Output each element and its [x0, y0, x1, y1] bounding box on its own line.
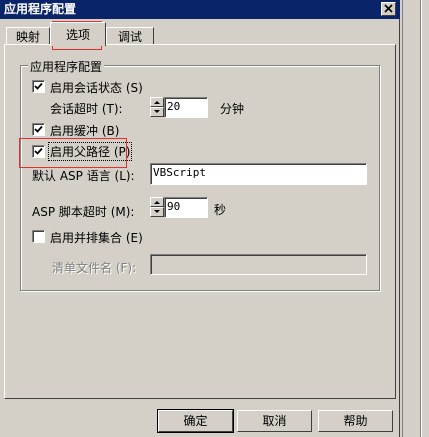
buffering-checkbox[interactable] [32, 123, 45, 136]
spin-down-button[interactable] [150, 207, 164, 217]
spin-down-button[interactable] [150, 107, 164, 117]
highlight-parent-paths [19, 138, 127, 168]
arrow-down-icon [154, 110, 160, 113]
side-by-side-checkbox[interactable] [32, 230, 45, 243]
session-timeout-unit: 分钟 [220, 102, 245, 116]
divider [421, 0, 422, 437]
buffering-label: 启用缓冲 (B) [50, 124, 120, 138]
script-timeout-input[interactable]: 90 [164, 197, 208, 218]
session-timeout-input[interactable]: 20 [164, 97, 208, 118]
default-language-label: 默认 ASP 语言 (L): [32, 169, 135, 183]
divider [402, 0, 403, 437]
checkmark-icon [34, 125, 43, 133]
tab-mappings[interactable]: 映射 [6, 27, 50, 45]
tab-debugging[interactable]: 调试 [106, 27, 154, 45]
manifest-input [150, 254, 367, 275]
close-button[interactable] [381, 2, 396, 16]
arrow-up-icon [154, 101, 160, 104]
spin-up-button[interactable] [150, 97, 164, 107]
help-button[interactable]: 帮助 [318, 410, 393, 432]
checkmark-icon [34, 82, 43, 90]
side-by-side-label: 启用并排集合 (E) [50, 231, 143, 245]
arrow-up-icon [154, 201, 160, 204]
close-icon [384, 4, 393, 13]
tab-options-label: 选项 [65, 28, 90, 42]
cancel-button[interactable]: 取消 [237, 410, 312, 432]
group-title: 应用程序配置 [28, 58, 105, 75]
session-timeout-spinner[interactable] [150, 97, 164, 117]
app-config-dialog: 应用程序配置 映射 选项 调试 应用程序配置 启用会话状态 (S) 会话超时 (… [0, 0, 400, 437]
script-timeout-unit: 秒 [214, 203, 227, 217]
default-language-input[interactable]: VBScript [150, 163, 367, 185]
script-timeout-spinner[interactable] [150, 197, 164, 217]
title-bar[interactable]: 应用程序配置 [0, 0, 400, 19]
window-title: 应用程序配置 [4, 2, 77, 16]
tab-options[interactable]: 选项 [50, 22, 106, 46]
spin-up-button[interactable] [150, 197, 164, 207]
session-timeout-label: 会话超时 (T): [50, 102, 123, 116]
script-timeout-label: ASP 脚本超时 (M): [32, 205, 135, 219]
background-window-edge [400, 0, 429, 437]
arrow-down-icon [154, 210, 160, 213]
session-state-checkbox[interactable] [32, 80, 45, 93]
ok-button[interactable]: 确定 [157, 409, 234, 433]
manifest-label: 清单文件名 (F): [52, 261, 137, 275]
session-state-label: 启用会话状态 (S) [50, 81, 143, 95]
